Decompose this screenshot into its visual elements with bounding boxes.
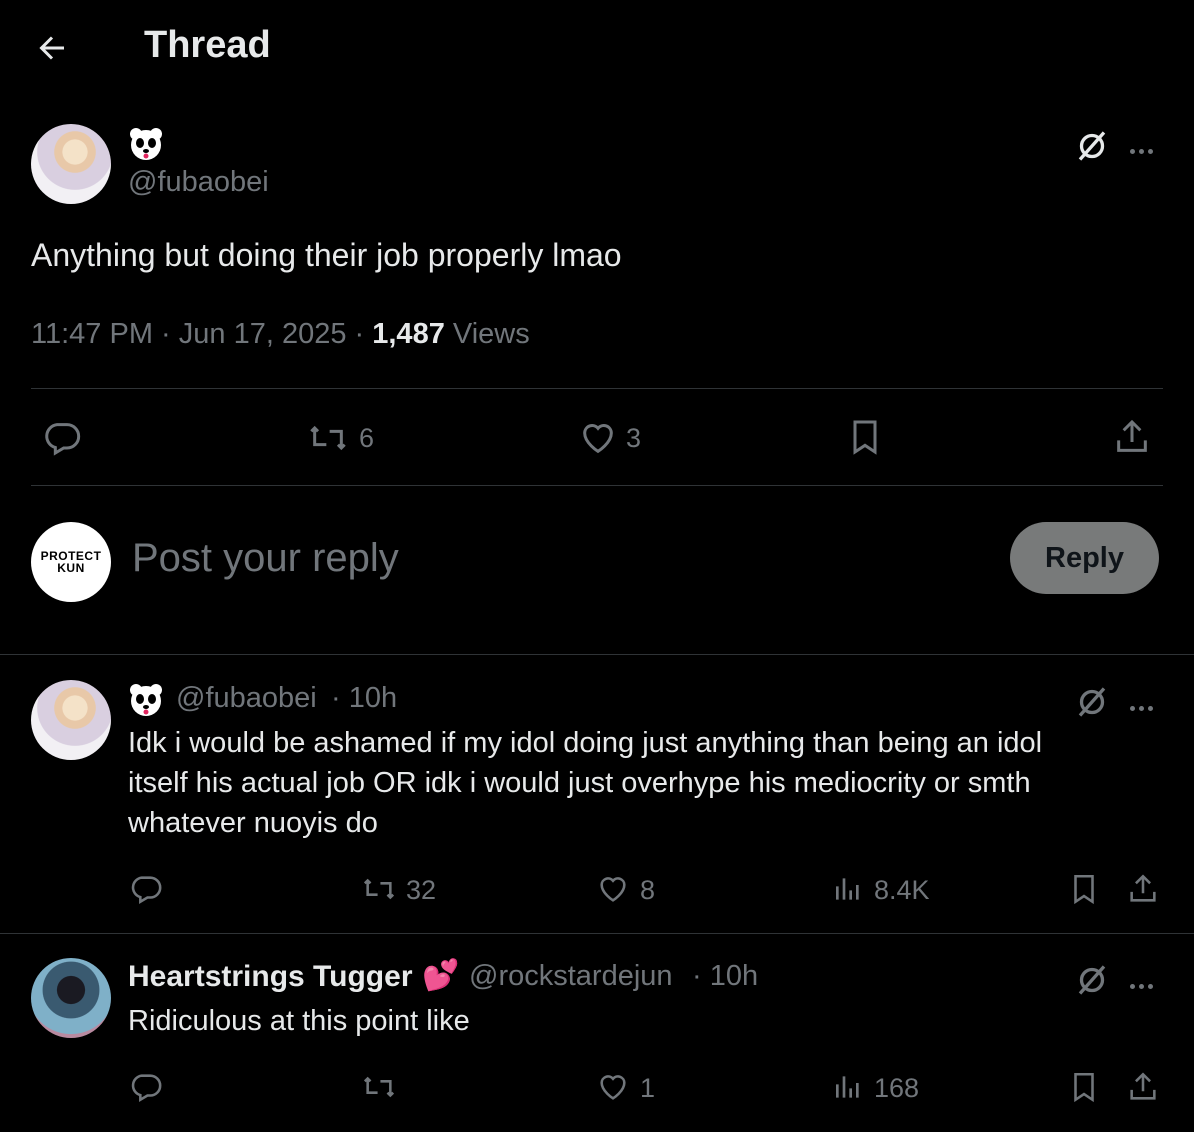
share-icon[interactable] [1126, 871, 1160, 907]
reply-text: Ridiculous at this point like [128, 1005, 470, 1037]
share-icon[interactable] [1112, 416, 1152, 458]
views-icon[interactable] [832, 872, 864, 906]
reply-input[interactable]: Post your reply [132, 536, 399, 581]
panda-emoji-icon [128, 682, 164, 718]
back-arrow-icon[interactable] [34, 30, 70, 66]
retweet-count: 32 [406, 875, 437, 905]
tweet-time[interactable]: 11:47 PM [31, 318, 153, 350]
views-count: 1,487 [372, 318, 445, 350]
reply-age[interactable]: · 10h [692, 960, 758, 993]
grok-icon[interactable] [1074, 128, 1110, 164]
reply-display-name[interactable]: Heartstrings Tugger [128, 960, 413, 994]
like-count: 3 [626, 423, 642, 453]
divider [31, 485, 1163, 486]
reply-text: Idk i would be ashamed if my idol doing … [128, 723, 1168, 843]
reply-button[interactable]: Reply [1010, 522, 1159, 594]
retweet-icon[interactable] [306, 418, 350, 458]
like-icon[interactable] [596, 872, 630, 906]
bookmark-icon[interactable] [845, 416, 885, 458]
share-icon[interactable] [1126, 1069, 1160, 1105]
like-icon[interactable] [577, 418, 619, 458]
like-count: 8 [640, 875, 656, 905]
more-icon[interactable] [1130, 698, 1157, 716]
divider [0, 654, 1194, 655]
reply-icon[interactable] [129, 872, 163, 906]
retweet-icon[interactable] [360, 1070, 398, 1104]
retweet-icon[interactable] [360, 872, 398, 906]
divider [31, 388, 1163, 389]
my-avatar[interactable]: PROTECT KUN [31, 522, 111, 602]
panda-emoji-icon [128, 126, 162, 160]
grok-icon[interactable] [1074, 962, 1110, 998]
bookmark-icon[interactable] [1067, 1069, 1101, 1105]
tweet-text: Anything but doing their job properly lm… [31, 237, 622, 273]
separator: · [354, 318, 373, 350]
reply-text-line: itself his actual job OR idk i would jus… [128, 767, 1031, 799]
avatar[interactable] [31, 958, 111, 1038]
reply-age[interactable]: · 10h [331, 682, 397, 715]
retweet-count: 6 [359, 423, 375, 453]
views-count: 8.4K [874, 875, 930, 905]
bookmark-icon[interactable] [1067, 871, 1101, 907]
reply-handle[interactable]: @rockstardejun [469, 960, 673, 993]
tweet-meta: 11:47 PM · Jun 17, 2025 · 1,487 Views [31, 318, 530, 351]
author-handle[interactable]: @fubaobei [128, 166, 269, 199]
avatar-text: KUN [57, 561, 85, 575]
like-count: 1 [640, 1073, 656, 1103]
grok-icon[interactable] [1074, 684, 1110, 720]
reply-handle[interactable]: @fubaobei [176, 682, 317, 715]
like-icon[interactable] [596, 1070, 630, 1104]
tweet-date[interactable]: Jun 17, 2025 [179, 318, 347, 350]
avatar[interactable] [31, 680, 111, 760]
page-title: Thread [144, 24, 271, 66]
separator: · [161, 318, 179, 350]
reply-text-line: Idk i would be ashamed if my idol doing … [128, 727, 1043, 759]
more-icon[interactable] [1130, 976, 1157, 994]
views-count: 168 [874, 1073, 920, 1103]
avatar[interactable] [31, 124, 111, 204]
reply-icon[interactable] [42, 418, 82, 458]
more-icon[interactable] [1130, 141, 1157, 159]
reply-icon[interactable] [129, 1070, 163, 1104]
divider [0, 933, 1194, 934]
heart-emoji-icon: 💕 [422, 959, 460, 992]
views-icon[interactable] [832, 1070, 864, 1104]
views-label: Views [452, 318, 530, 350]
reply-text-line: whatever nuoyis do [128, 807, 378, 839]
